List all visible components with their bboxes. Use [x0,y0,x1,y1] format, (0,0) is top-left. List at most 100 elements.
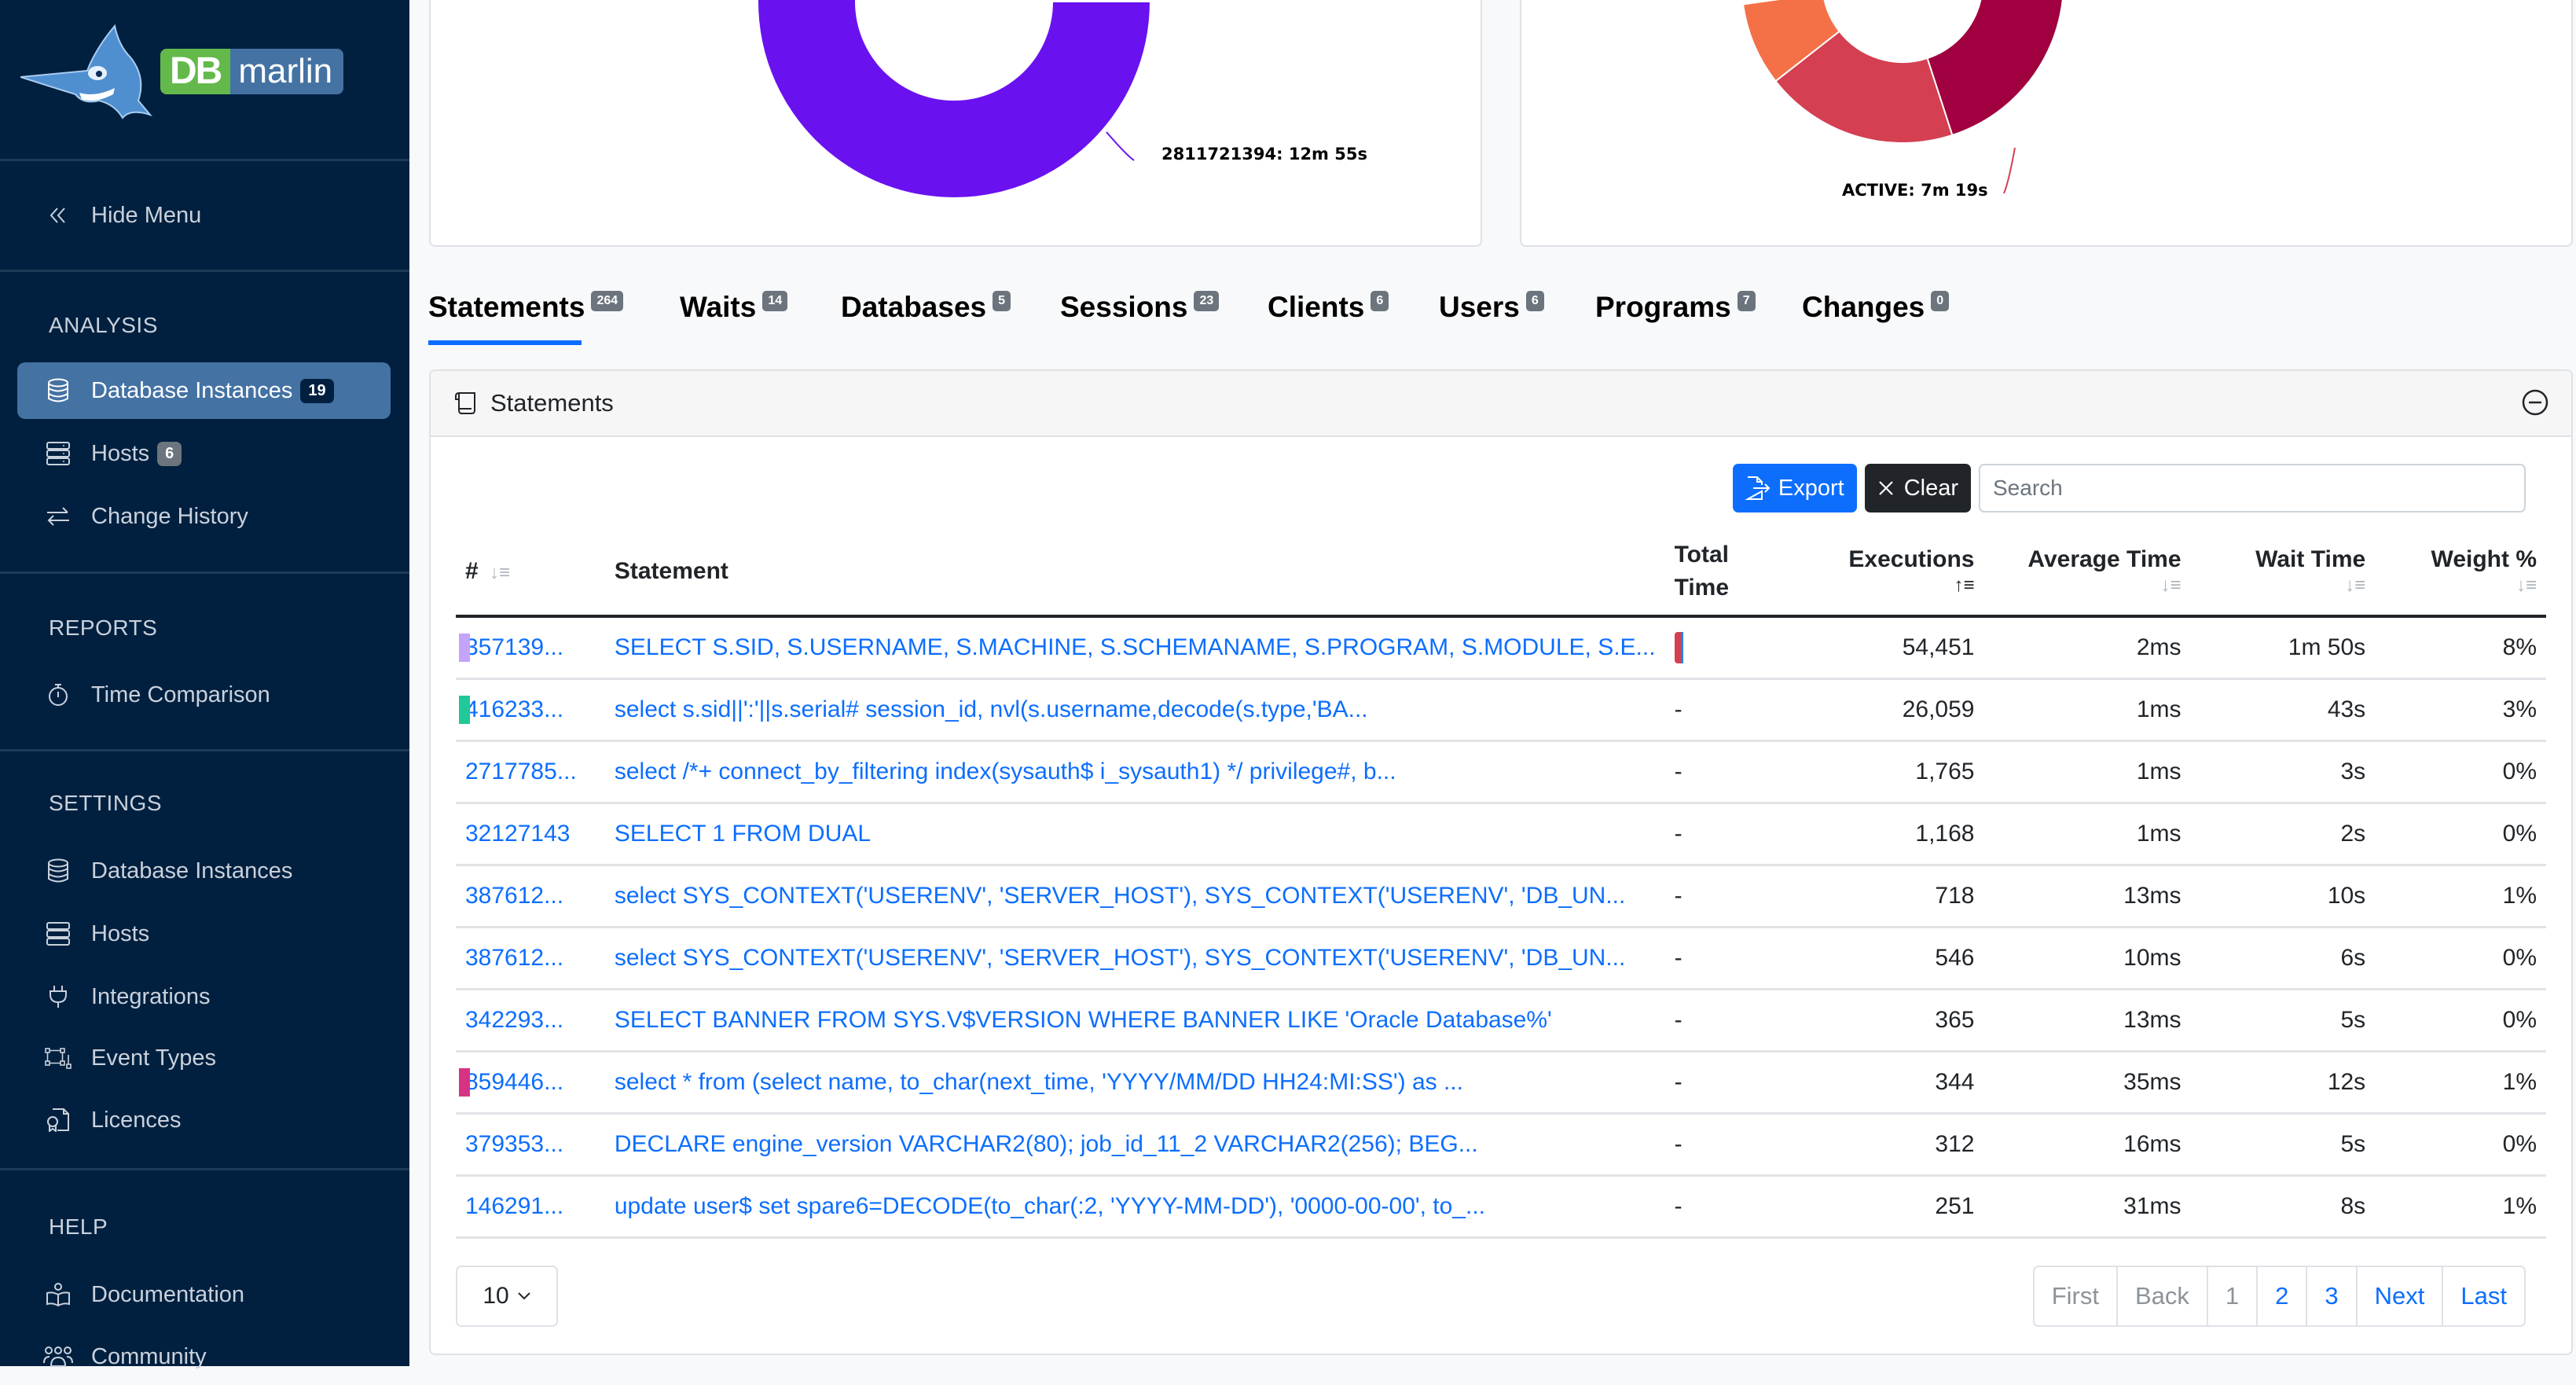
total-time-value: - [1674,1193,1682,1219]
statement-text-link[interactable]: SELECT 1 FROM DUAL [604,803,1665,866]
sidebar-item-event-types[interactable]: Event Types [17,1030,391,1086]
statement-text-link[interactable]: SELECT S.SID, S.USERNAME, S.MACHINE, S.S… [604,616,1665,680]
sidebar-item-community[interactable]: Community [17,1328,391,1385]
statement-id-link[interactable]: 859446... [456,1051,605,1115]
dbmarlin-logo[interactable]: DB marlin [20,22,350,124]
column-header-total-time[interactable]: Total Time [1664,528,1793,618]
statement-id-link[interactable]: 379353... [456,1113,605,1177]
tab-changes[interactable]: Changes 0 [1802,291,1950,324]
tab-sessions[interactable]: Sessions 23 [1060,291,1220,324]
table-row[interactable]: 357139... SELECT S.SID, S.USERNAME, S.MAC… [456,616,2546,680]
database-icon [42,858,74,884]
table-row[interactable]: 387612... select SYS_CONTEXT('USERENV', '… [456,865,2546,928]
sidebar-divider [0,571,409,574]
pagination-next[interactable]: Next [2355,1267,2442,1325]
statement-text-link[interactable]: update user$ set spare6=DECODE(to_char(:… [604,1175,1665,1239]
pagination-back[interactable]: Back [2115,1267,2207,1325]
statement-id-link[interactable]: 32127143 [456,803,605,866]
total-time-cell: - [1664,927,1793,990]
export-button[interactable]: Export [1732,464,1857,512]
section-heading-reports: REPORTS [49,615,158,640]
statement-text-link[interactable]: DECLARE engine_version VARCHAR2(80); job… [604,1113,1665,1177]
wait-time-cell: 1m 50s [2190,616,2376,680]
clear-label: Clear [1903,475,1958,501]
sidebar-item-time-comparison[interactable]: Time Comparison [17,667,391,723]
table-row[interactable]: 387612... select SYS_CONTEXT('USERENV', '… [456,927,2546,990]
statement-id-link[interactable]: 146291... [456,1175,605,1239]
table-row[interactable]: 2717785... select /*+ connect_by_filterin… [456,740,2546,804]
table-row[interactable]: 379353... DECLARE engine_version VARCHAR2… [456,1113,2546,1177]
statement-text-link[interactable]: select /*+ connect_by_filtering index(sy… [604,740,1665,804]
tab-databases[interactable]: Databases 5 [841,291,1011,324]
sidebar-item-database-instances[interactable]: Database Instances 19 [17,362,391,419]
statements-table: # ↓≡ Statement Total Time Executions ↑≡ … [456,528,2546,1239]
tab-programs[interactable]: Programs 7 [1595,291,1756,324]
statements-card-header: Statements [431,371,2571,437]
statement-text-link[interactable]: select * from (select name, to_char(next… [604,1051,1665,1115]
statement-id-link[interactable]: 357139... [456,616,605,680]
table-row[interactable]: 146291... update user$ set spare6=DECODE(… [456,1175,2546,1239]
column-header-statement[interactable]: Statement [604,528,1665,618]
sidebar-item-integrations[interactable]: Integrations [17,968,391,1025]
total-time-cell: - [1664,1175,1793,1239]
executions-cell: 365 [1792,989,1984,1053]
statement-id-link[interactable]: 2717785... [456,740,605,804]
page-size-select[interactable]: 10 [456,1266,558,1327]
tab-count-badge: 5 [993,291,1011,311]
sidebar-item-label: Licences [91,1107,182,1133]
statements-card: Statements Export Clear # ↓≡ Statement T… [429,369,2573,1355]
donut-slice[interactable] [1926,0,2064,137]
table-row[interactable]: 416233... select s.sid||':'||s.serial# se… [456,678,2546,742]
collapse-button[interactable] [2521,388,2549,421]
pagination-page-1[interactable]: 1 [2206,1267,2256,1325]
column-header-average-time[interactable]: Average Time ↓≡ [1983,528,2191,618]
statement-id-link[interactable]: 342293... [456,989,605,1053]
sidebar-item-licences[interactable]: Licences [17,1092,391,1148]
search-input[interactable] [1979,464,2526,512]
sidebar-item-settings-database-instances[interactable]: Database Instances [17,843,391,899]
column-header-id[interactable]: # ↓≡ [456,528,605,618]
pagination-page-3[interactable]: 3 [2306,1267,2355,1325]
table-row[interactable]: 342293... SELECT BANNER FROM SYS.V$VERSIO… [456,989,2546,1053]
weight-cell: 0% [2375,1113,2546,1177]
column-header-executions[interactable]: Executions ↑≡ [1792,528,1984,618]
tab-waits[interactable]: Waits 14 [680,291,788,324]
statement-text: select SYS_CONTEXT('USERENV', 'SERVER_HO… [614,945,1626,971]
statement-id-link[interactable]: 387612... [456,865,605,928]
statement-id-link[interactable]: 387612... [456,927,605,990]
series-color-swatch [459,696,470,724]
count-badge: 19 [300,378,334,403]
clear-button[interactable]: Clear [1864,464,1971,512]
tab-clients[interactable]: Clients 6 [1268,291,1389,324]
statement-text-link[interactable]: select SYS_CONTEXT('USERENV', 'SERVER_HO… [604,865,1665,928]
pagination-page-2[interactable]: 2 [2256,1267,2306,1325]
average-time-cell: 31ms [1983,1175,2191,1239]
table-row[interactable]: 859446... select * from (select name, to_… [456,1051,2546,1115]
sidebar-item-hosts[interactable]: Hosts 6 [17,425,391,482]
tab-count-badge: 0 [1931,291,1950,311]
table-row[interactable]: 32127143 SELECT 1 FROM DUAL - 1,168 1ms 2s 0% [456,803,2546,866]
hide-menu-button[interactable]: Hide Menu [17,187,391,244]
tab-statements[interactable]: Statements 264 [428,291,624,324]
statement-text-link[interactable]: select s.sid||':'||s.serial# session_id,… [604,678,1665,742]
average-time-cell: 1ms [1983,740,2191,804]
pagination-first[interactable]: First [2035,1267,2116,1325]
tab-count-badge: 264 [591,291,624,311]
sidebar-item-label: Event Types [91,1045,217,1071]
sidebar-item-documentation[interactable]: Documentation [17,1266,391,1323]
column-header-wait-time[interactable]: Wait Time ↓≡ [2190,528,2376,618]
wait-time-cell: 43s [2190,678,2376,742]
executions-cell: 312 [1792,1113,1984,1177]
sidebar-item-change-history[interactable]: Change History [17,488,391,545]
column-header-weight[interactable]: Weight % ↓≡ [2375,528,2546,618]
statement-id-link[interactable]: 416233... [456,678,605,742]
sidebar-item-settings-hosts[interactable]: Hosts [17,906,391,962]
statement-text-link[interactable]: SELECT BANNER FROM SYS.V$VERSION WHERE B… [604,989,1665,1053]
tab-users[interactable]: Users 6 [1439,291,1544,324]
statement-text-link[interactable]: select SYS_CONTEXT('USERENV', 'SERVER_HO… [604,927,1665,990]
series-color-swatch [459,1068,470,1097]
donut-slice[interactable] [757,0,1152,200]
statement-text: SELECT S.SID, S.USERNAME, S.MACHINE, S.S… [614,634,1656,660]
sidebar-item-label: Integrations [91,983,211,1009]
pagination-last[interactable]: Last [2442,1267,2524,1325]
